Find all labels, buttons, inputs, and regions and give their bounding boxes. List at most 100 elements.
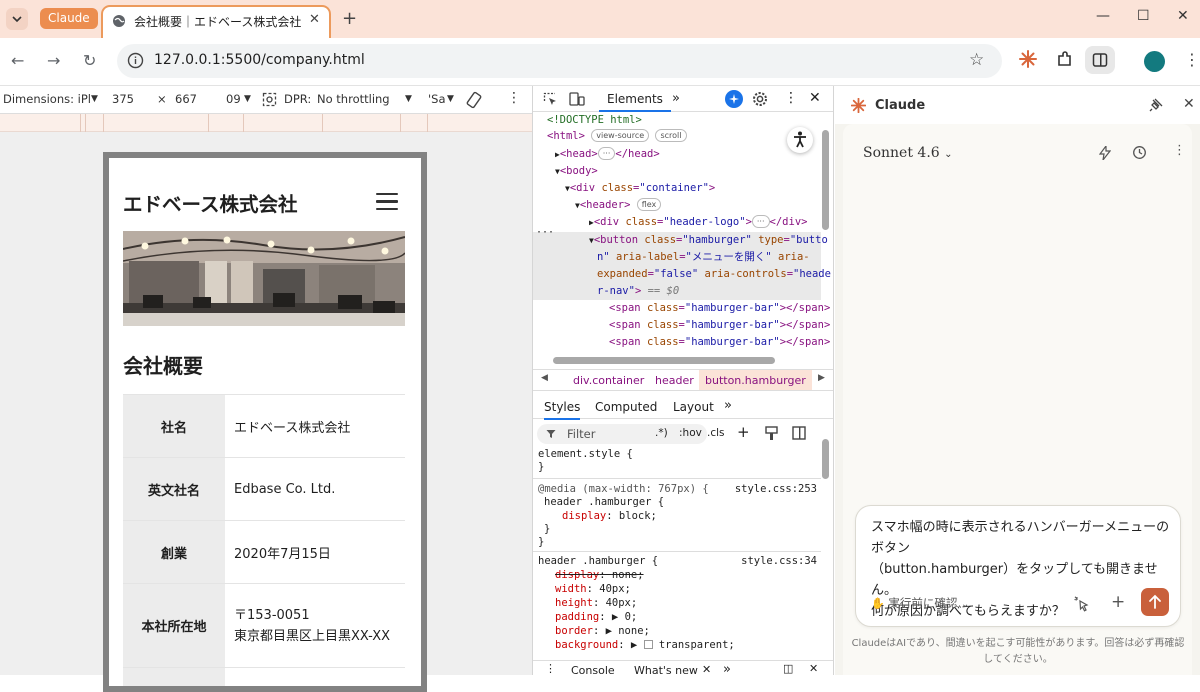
devtools-close-icon[interactable]: ✕: [809, 90, 821, 106]
width-input[interactable]: 375: [112, 92, 134, 106]
menu-kebab-icon[interactable]: ⋮: [1184, 50, 1200, 69]
settings-gear-icon[interactable]: [752, 91, 768, 107]
site-logo[interactable]: エドベース株式会社: [123, 188, 298, 217]
unpin-icon[interactable]: [1149, 98, 1163, 112]
dom-node-body[interactable]: ▼<body>: [555, 163, 598, 180]
dom-node-container[interactable]: ▼<div class="container">: [565, 180, 715, 197]
attach-plus-icon[interactable]: +: [1111, 592, 1125, 612]
more-subtabs-icon[interactable]: »: [724, 398, 732, 413]
element-style-rule[interactable]: element.style {: [538, 448, 633, 462]
media-query-ruler[interactable]: [0, 114, 532, 132]
style-property[interactable]: border: ▶ none;: [555, 625, 650, 639]
close-window-button[interactable]: ✕: [1177, 8, 1189, 24]
more-drawer-tabs-icon[interactable]: »: [723, 662, 731, 675]
send-button[interactable]: [1141, 588, 1169, 616]
tab-elements[interactable]: Elements: [599, 92, 671, 112]
crumb-header[interactable]: header: [655, 374, 694, 387]
style-property[interactable]: height: 40px;: [555, 597, 637, 611]
lightning-icon[interactable]: [1099, 146, 1111, 160]
throttling-select[interactable]: No throttling: [317, 92, 390, 106]
more-kebab-icon[interactable]: ⋮: [507, 90, 521, 106]
inspect-icon[interactable]: [543, 92, 558, 107]
dom-node-span[interactable]: <span class="hamburger-bar"></span>: [609, 300, 830, 317]
tab-search-button[interactable]: [6, 8, 28, 30]
bookmark-star-icon[interactable]: ☆: [969, 50, 984, 70]
active-tab[interactable]: 会社概要｜エドベース株式会社 ✕: [101, 5, 331, 38]
dom-scrollbar[interactable]: [822, 116, 830, 346]
style-property[interactable]: display: block;: [562, 510, 657, 524]
style-property[interactable]: padding: ▶ 0;: [555, 611, 637, 625]
dock-icon[interactable]: ◫: [783, 662, 793, 675]
ai-assistance-icon[interactable]: [725, 90, 743, 108]
forward-button[interactable]: →: [47, 51, 60, 70]
extra-select[interactable]: 'Sa: [428, 92, 446, 106]
dom-node-head[interactable]: ▶<head>···</head>: [555, 146, 660, 163]
back-button[interactable]: ←: [11, 51, 24, 70]
sidebar-toggle-icon[interactable]: [792, 426, 806, 440]
tab-layout[interactable]: Layout: [673, 400, 714, 414]
cursor-click-icon[interactable]: [1074, 596, 1090, 612]
address-bar[interactable]: 127.0.0.1:5500/company.html ☆: [117, 44, 1002, 78]
hamburger-button[interactable]: [376, 193, 398, 215]
media-rule[interactable]: @media (max-width: 767px) {: [538, 483, 709, 497]
dom-node-doctype[interactable]: <!DOCTYPE html>: [547, 112, 642, 129]
selector[interactable]: header .hamburger {: [538, 555, 658, 569]
profile-avatar[interactable]: [1144, 51, 1165, 72]
dom-node-header-logo[interactable]: ▶<div class="header-logo">···</div>: [589, 214, 807, 231]
close-panel-icon[interactable]: ✕: [1183, 96, 1195, 112]
dom-node-span[interactable]: <span class="hamburger-bar"></span>: [609, 334, 830, 351]
crumb-left-arrow[interactable]: ◀: [541, 373, 548, 383]
style-property[interactable]: width: 40px;: [555, 583, 631, 597]
styles-scrollbar[interactable]: [822, 426, 830, 656]
dom-node-header[interactable]: ▼<header> flex: [575, 197, 661, 214]
dimensions-select[interactable]: Dimensions: iPl: [3, 92, 91, 106]
height-input[interactable]: 667: [175, 92, 197, 106]
dom-horizontal-scrollbar[interactable]: [539, 356, 819, 365]
tab-styles[interactable]: Styles: [544, 400, 580, 420]
claude-extension-icon[interactable]: [1018, 49, 1038, 69]
crumb-button-hamburger[interactable]: button.hamburger: [699, 370, 812, 390]
crumb-container[interactable]: div.container: [573, 374, 644, 387]
view-source-badge[interactable]: view-source: [591, 129, 649, 142]
close-icon[interactable]: ✕: [702, 663, 711, 675]
new-rule-icon[interactable]: +: [737, 423, 750, 441]
tab-whats-new[interactable]: What's new: [634, 664, 698, 675]
dom-node-html[interactable]: <html> view-source scroll: [547, 128, 687, 145]
maximize-button[interactable]: ☐: [1137, 8, 1150, 24]
screenshot-icon[interactable]: [262, 92, 277, 107]
tab-group-chip[interactable]: Claude: [40, 8, 98, 29]
source-link[interactable]: style.css:34: [741, 555, 817, 567]
tab-computed[interactable]: Computed: [595, 400, 657, 414]
drawer-menu-icon[interactable]: ⋮: [545, 662, 556, 675]
devtools-menu-icon[interactable]: ⋮: [784, 90, 798, 106]
zoom-select[interactable]: 09: [226, 92, 241, 106]
scroll-badge[interactable]: scroll: [655, 129, 686, 142]
paint-icon[interactable]: [765, 426, 778, 441]
dom-node-span[interactable]: <span class="hamburger-bar"></span>: [609, 317, 830, 334]
flex-badge[interactable]: flex: [637, 198, 662, 211]
model-selector[interactable]: Sonnet 4.6 ⌄: [863, 145, 953, 161]
source-link[interactable]: style.css:253: [735, 483, 817, 495]
tab-console[interactable]: Console: [571, 664, 615, 675]
style-property[interactable]: background: ▶ transparent;: [555, 639, 735, 653]
info-icon[interactable]: [127, 52, 144, 69]
reload-button[interactable]: ↻: [83, 51, 96, 70]
new-tab-button[interactable]: +: [342, 8, 357, 29]
accessibility-tree-button[interactable]: [787, 127, 813, 153]
extensions-puzzle-icon[interactable]: [1055, 49, 1075, 69]
dom-node-hamburger[interactable]: ▼<button class="hamburger" type="butto: [589, 232, 828, 249]
tab-close-icon[interactable]: ✕: [309, 12, 320, 27]
rotate-icon[interactable]: [465, 91, 483, 109]
selector[interactable]: header .hamburger {: [544, 496, 664, 510]
side-panel-button[interactable]: [1085, 46, 1115, 74]
close-drawer-icon[interactable]: ✕: [809, 662, 818, 675]
minimize-button[interactable]: —: [1096, 8, 1110, 24]
hov-toggle[interactable]: :hov: [679, 427, 702, 439]
node-actions-icon[interactable]: ···: [536, 224, 554, 241]
device-toggle-icon[interactable]: [569, 92, 585, 107]
permission-mode-select[interactable]: ✋ 実行前に確認 ⌄: [871, 595, 969, 611]
more-tabs-icon[interactable]: »: [672, 91, 680, 106]
history-icon[interactable]: [1132, 145, 1147, 160]
crumb-right-arrow[interactable]: ▶: [818, 373, 825, 383]
panel-menu-icon[interactable]: ⋮: [1173, 143, 1186, 158]
